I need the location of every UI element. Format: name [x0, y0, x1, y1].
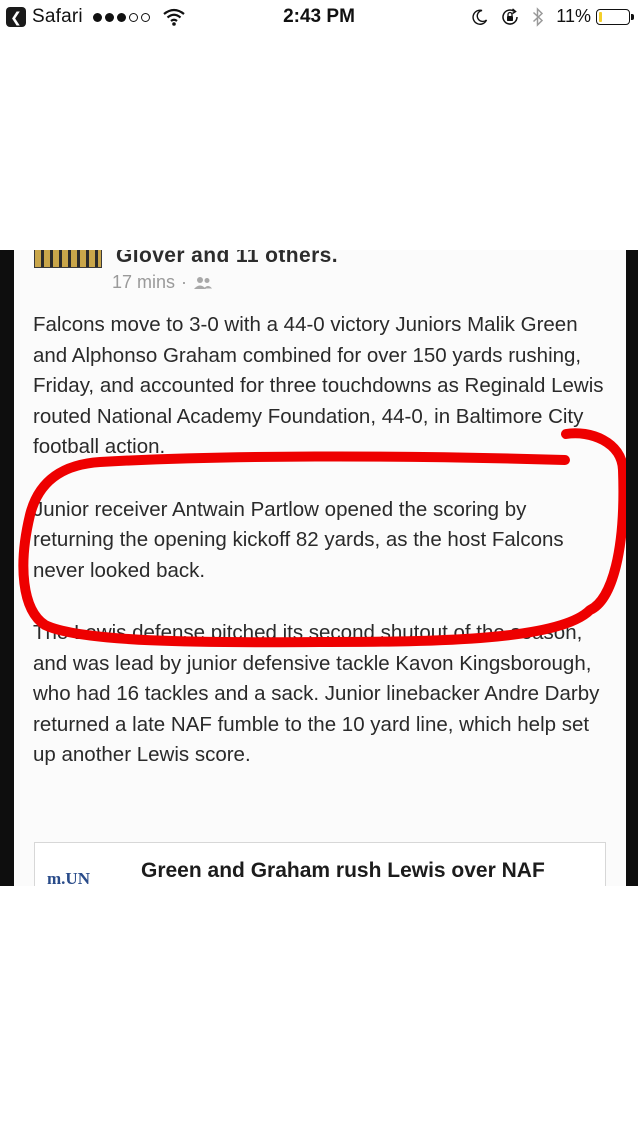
post-screenshot-image: Glover and 11 others. 17 mins · Falcons … — [0, 250, 638, 886]
post-paragraph: Junior receiver Antwain Partlow opened t… — [33, 497, 564, 582]
link-title: Green and Graham rush Lewis over NAF — [141, 859, 545, 882]
status-bar: ❮ Safari 2:43 PM 11% — [0, 0, 638, 36]
post-author: Glover and 11 others. — [116, 250, 338, 267]
moon-icon — [472, 9, 488, 25]
status-right: 11% — [460, 6, 634, 27]
battery-fill — [599, 11, 602, 22]
post-meta: 17 mins · — [112, 272, 213, 293]
cell-signal-icon — [92, 12, 153, 22]
status-left: ❮ Safari — [6, 6, 185, 28]
back-arrow-icon[interactable]: ❮ — [6, 7, 26, 27]
bluetooth-icon — [532, 6, 544, 27]
rotation-lock-icon — [500, 7, 520, 26]
post-time: 17 mins — [112, 272, 176, 292]
post-header: Glover and 11 others. — [34, 250, 338, 268]
battery-icon — [596, 8, 634, 25]
back-to-app-label[interactable]: Safari — [32, 6, 83, 28]
post-paragraph: Falcons move to 3-0 with a 44-0 victory … — [33, 313, 604, 458]
post-paragraph: The Lewis defense pitched its second shu… — [33, 621, 600, 766]
wifi-icon — [163, 8, 185, 26]
battery-percent: 11% — [556, 6, 591, 26]
page-logo — [34, 250, 102, 268]
signal-dot — [116, 12, 126, 22]
link-preview-card: m.UN Green and Graham rush Lewis over NA… — [34, 842, 606, 886]
post-body: Falcons move to 3-0 with a 44-0 victory … — [33, 310, 613, 803]
link-thumbnail: m.UN — [47, 869, 90, 886]
meta-separator: · — [181, 272, 188, 292]
signal-dot — [104, 12, 114, 22]
signal-dot — [92, 12, 102, 22]
signal-dot — [140, 12, 150, 22]
signal-dot — [128, 12, 138, 22]
friends-icon — [194, 276, 213, 289]
